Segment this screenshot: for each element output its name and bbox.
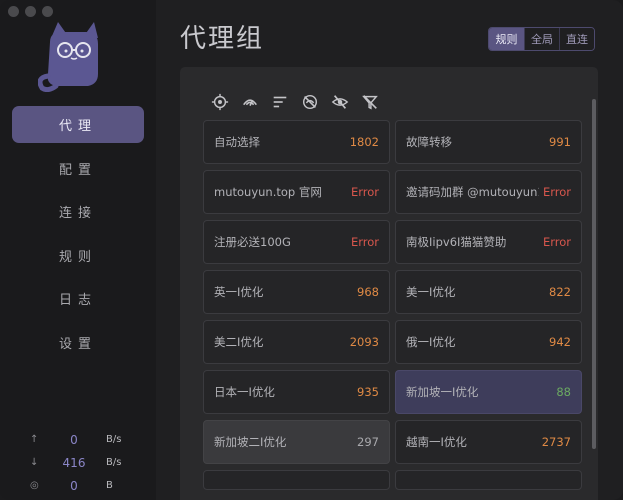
proxy-card[interactable]: 南极Iipv6I猫猫赞助 Error: [395, 220, 582, 264]
proxy-card[interactable]: 美二I优化 2093: [203, 320, 390, 364]
mode-rule-button[interactable]: 规则: [489, 28, 524, 50]
proxy-name: mutouyun.top 官网: [214, 185, 322, 199]
proxy-card[interactable]: 越南一I优化 2737: [395, 420, 582, 464]
proxy-toolbar: [210, 92, 380, 112]
no-signal-icon[interactable]: [300, 92, 320, 112]
sidebar-item-logs[interactable]: 日志: [12, 280, 144, 317]
proxy-card[interactable]: 邀请码加群 @mutouyun11 Error: [395, 170, 582, 214]
app-window: 代理 配置 连接 规则 日志 设置 ↑ 0 B/s ↓ 416 B/s ◎ 0 …: [0, 0, 623, 500]
proxy-name: 新加坡二I优化: [214, 435, 287, 449]
minimize-window-button[interactable]: [25, 6, 36, 17]
arrow-down-icon: ↓: [30, 457, 39, 468]
main-content: 代理组 规则 全局 直连 自动选择 1802 故障转移 991 mutouyun…: [156, 0, 623, 500]
arrow-up-icon: ↑: [30, 434, 39, 445]
proxy-name: 故障转移: [406, 135, 452, 149]
proxy-name: 美一I优化: [406, 285, 456, 299]
proxy-delay: 88: [556, 385, 571, 399]
mode-switch: 规则 全局 直连: [488, 27, 595, 51]
sort-icon[interactable]: [270, 92, 290, 112]
proxy-delay: Error: [542, 185, 571, 199]
proxy-delay: 991: [549, 135, 571, 149]
proxy-delay: 968: [357, 285, 379, 299]
proxy-delay: 297: [357, 435, 379, 449]
mode-direct-button[interactable]: 直连: [559, 28, 594, 50]
sidebar-item-settings[interactable]: 设置: [12, 324, 144, 361]
proxy-grid: 自动选择 1802 故障转移 991 mutouyun.top 官网 Error 邀请…: [203, 120, 583, 490]
proxy-card-partial[interactable]: [395, 470, 582, 490]
proxy-card[interactable]: 自动选择 1802: [203, 120, 390, 164]
cat-logo-icon: [37, 22, 110, 93]
proxy-name: 日本一I优化: [214, 385, 275, 399]
sidebar-item-connections[interactable]: 连接: [12, 193, 144, 230]
proxy-name: 越南一I优化: [406, 435, 467, 449]
proxy-name: 自动选择: [214, 135, 260, 149]
proxy-card[interactable]: 日本一I优化 935: [203, 370, 390, 414]
proxy-delay: 1802: [349, 135, 379, 149]
proxy-delay: Error: [350, 235, 379, 249]
proxy-list-scrollbar[interactable]: [592, 99, 596, 449]
traffic-stats: ↑ 0 B/s ↓ 416 B/s ◎ 0 B: [30, 428, 140, 497]
proxy-card[interactable]: 美一I优化 822: [395, 270, 582, 314]
upload-stat: ↑ 0 B/s: [30, 428, 140, 451]
proxy-card-selected[interactable]: 新加坡一I优化 88: [395, 370, 582, 414]
sidebar: 代理 配置 连接 规则 日志 设置 ↑ 0 B/s ↓ 416 B/s ◎ 0 …: [0, 0, 156, 500]
sidebar-item-profiles[interactable]: 配置: [12, 150, 144, 187]
memory-unit: B: [106, 480, 113, 491]
sidebar-item-proxy[interactable]: 代理: [12, 106, 144, 143]
locate-icon[interactable]: [210, 92, 230, 112]
zoom-window-button[interactable]: [42, 6, 53, 17]
hide-icon[interactable]: [330, 92, 350, 112]
proxy-card[interactable]: 注册必送100G Error: [203, 220, 390, 264]
window-controls: [8, 6, 53, 17]
proxy-card[interactable]: mutouyun.top 官网 Error: [203, 170, 390, 214]
memory-icon: ◎: [30, 480, 39, 491]
proxy-delay: Error: [350, 185, 379, 199]
proxy-name: 俄一I优化: [406, 335, 456, 349]
proxy-card[interactable]: 英一I优化 968: [203, 270, 390, 314]
proxy-name: 南极Iipv6I猫猫赞助: [406, 235, 507, 249]
page-title: 代理组: [180, 24, 265, 54]
proxy-delay: 2093: [349, 335, 379, 349]
proxy-card[interactable]: 俄一I优化 942: [395, 320, 582, 364]
proxy-delay: Error: [542, 235, 571, 249]
proxy-name: 英一I优化: [214, 285, 264, 299]
proxy-name: 美二I优化: [214, 335, 264, 349]
proxy-delay: 935: [357, 385, 379, 399]
proxy-delay: 2737: [541, 435, 571, 449]
filter-off-icon[interactable]: [360, 92, 380, 112]
mode-global-button[interactable]: 全局: [524, 28, 559, 50]
download-stat: ↓ 416 B/s: [30, 451, 140, 474]
sidebar-item-rules[interactable]: 规则: [12, 237, 144, 274]
download-value: 416: [62, 455, 86, 470]
memory-value: 0: [70, 478, 78, 493]
proxy-delay: 822: [549, 285, 571, 299]
memory-stat: ◎ 0 B: [30, 474, 140, 497]
proxy-card-partial[interactable]: [203, 470, 390, 490]
proxy-delay: 942: [549, 335, 571, 349]
proxy-card-hovered[interactable]: 新加坡二I优化 297: [203, 420, 390, 464]
upload-unit: B/s: [106, 434, 122, 445]
speed-test-icon[interactable]: [240, 92, 260, 112]
sidebar-nav: 代理 配置 连接 规则 日志 设置: [12, 106, 144, 367]
close-window-button[interactable]: [8, 6, 19, 17]
proxy-name: 注册必送100G: [214, 235, 291, 249]
proxy-name: 邀请码加群 @mutouyun11: [406, 185, 539, 199]
download-unit: B/s: [106, 457, 122, 468]
proxy-card[interactable]: 故障转移 991: [395, 120, 582, 164]
proxy-name: 新加坡一I优化: [406, 385, 479, 399]
proxy-group-panel: 自动选择 1802 故障转移 991 mutouyun.top 官网 Error 邀请…: [180, 67, 598, 500]
upload-value: 0: [70, 432, 78, 447]
